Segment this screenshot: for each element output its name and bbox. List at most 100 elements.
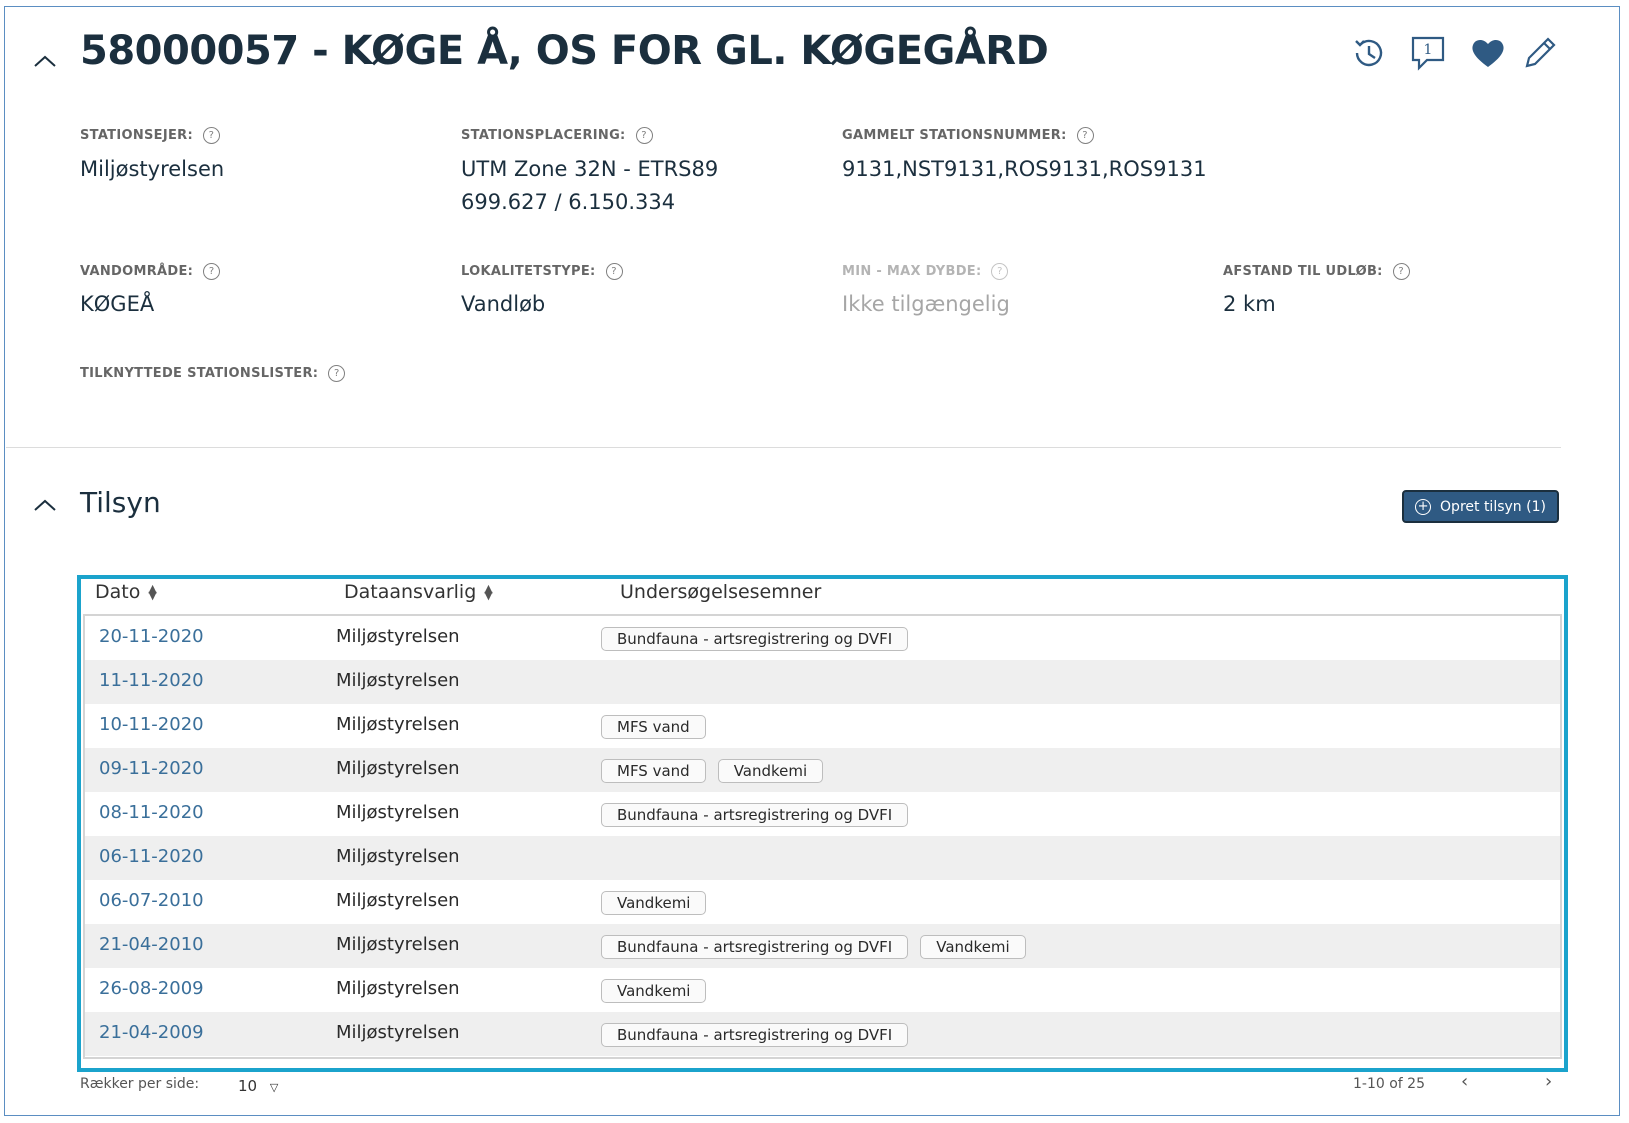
old-station-number-value: 9131,NST9131,ROS9131,ROS9131: [842, 157, 1207, 181]
subject-tag: Vandkemi: [920, 935, 1026, 959]
subject-tags: Bundfauna - artsregistrering og DVFI: [601, 627, 909, 651]
edit-icon[interactable]: [1521, 34, 1559, 76]
subject-tags: Bundfauna - artsregistrering og DVFI Vand…: [601, 935, 1026, 959]
station-placement-label: STATIONSPLACERING:?: [461, 127, 653, 144]
comment-badge: 1: [1424, 42, 1433, 58]
station-owner-label: STATIONSEJER:?: [80, 127, 220, 144]
table-row[interactable]: 10-11-2020 Miljøstyrelsen MFS vand: [85, 704, 1560, 748]
heart-icon[interactable]: [1469, 34, 1507, 76]
data-owner-cell: Miljøstyrelsen: [336, 1022, 460, 1043]
subject-tag: Vandkemi: [717, 759, 824, 783]
create-inspection-label: Opret tilsyn (1): [1440, 498, 1546, 515]
distance-to-outlet-label: AFSTAND TIL UDLØB:?: [1223, 263, 1410, 280]
table-row[interactable]: 06-07-2010 Miljøstyrelsen Vandkemi: [85, 880, 1560, 924]
table-row[interactable]: 20-11-2020 Miljøstyrelsen Bundfauna - arts…: [85, 616, 1560, 660]
subject-tag: Bundfauna - artsregistrering og DVFI: [601, 803, 909, 827]
dropdown-chevron-icon: ▽: [269, 1081, 279, 1094]
help-icon[interactable]: ?: [635, 127, 653, 144]
subject-tag: Bundfauna - artsregistrering og DVFI: [601, 935, 909, 959]
inspection-date-link[interactable]: 20-11-2020: [99, 626, 204, 647]
data-owner-cell: Miljøstyrelsen: [336, 978, 460, 999]
station-lists-label: TILKNYTTEDE STATIONSLISTER:?: [80, 365, 346, 382]
data-owner-cell: Miljøstyrelsen: [336, 670, 460, 691]
rows-per-page-select[interactable]: 10 ▽: [238, 1077, 278, 1095]
data-owner-cell: Miljøstyrelsen: [336, 714, 460, 735]
column-header-subjects: Undersøgelsesemner: [620, 581, 822, 603]
station-placement-value: UTM Zone 32N - ETRS89 699.627 / 6.150.33…: [461, 153, 718, 219]
subject-tags: Bundfauna - artsregistrering og DVFI: [601, 803, 909, 827]
subject-tag: Vandkemi: [601, 891, 707, 915]
locality-type-value: Vandløb: [461, 292, 546, 316]
inspection-date-link[interactable]: 26-08-2009: [99, 978, 204, 999]
subject-tag: MFS vand: [601, 715, 706, 739]
history-icon[interactable]: [1350, 34, 1388, 76]
depth-value: Ikke tilgængelig: [842, 292, 1010, 316]
table-row[interactable]: 06-11-2020 Miljøstyrelsen: [85, 836, 1560, 880]
data-owner-cell: Miljøstyrelsen: [336, 934, 460, 955]
subject-tag: Vandkemi: [601, 979, 707, 1003]
table-row[interactable]: 09-11-2020 Miljøstyrelsen MFS vand Vandkemi: [85, 748, 1560, 792]
help-icon[interactable]: ?: [1076, 127, 1094, 144]
data-owner-cell: Miljøstyrelsen: [336, 802, 460, 823]
table-body: 20-11-2020 Miljøstyrelsen Bundfauna - arts…: [83, 614, 1562, 1059]
data-owner-cell: Miljøstyrelsen: [336, 626, 460, 647]
tilsyn-section-title: Tilsyn: [80, 486, 161, 519]
locality-type-label: LOKALITETSTYPE:?: [461, 263, 623, 280]
page-title: 58000057 - KØGE Å, OS FOR GL. KØGEGÅRD: [80, 28, 1049, 74]
data-owner-cell: Miljøstyrelsen: [336, 846, 460, 867]
depth-label: MIN - MAX DYBDE:?: [842, 263, 1009, 280]
help-icon[interactable]: ?: [328, 365, 346, 382]
table-row[interactable]: 21-04-2009 Miljøstyrelsen Bundfauna - arts…: [85, 1012, 1560, 1056]
pagination-range: 1-10 of 25: [1353, 1076, 1425, 1092]
inspections-table: Dato ▲ ▼ Dataansvarlig ▲ ▼ Undersøgelsesem…: [77, 575, 1568, 1072]
next-page-icon[interactable]: ›: [1545, 1071, 1552, 1092]
station-owner-value: Miljøstyrelsen: [80, 157, 225, 181]
table-row[interactable]: 11-11-2020 Miljøstyrelsen: [85, 660, 1560, 704]
distance-to-outlet-value: 2 km: [1223, 292, 1276, 316]
subject-tags: Vandkemi: [601, 891, 707, 915]
collapse-chevron-icon[interactable]: [31, 496, 59, 516]
data-owner-cell: Miljøstyrelsen: [336, 758, 460, 779]
help-icon[interactable]: ?: [1392, 263, 1410, 280]
water-area-value: KØGEÅ: [80, 292, 155, 316]
previous-page-icon[interactable]: ‹: [1461, 1071, 1468, 1092]
inspection-date-link[interactable]: 08-11-2020: [99, 802, 204, 823]
old-station-number-label: GAMMELT STATIONSNUMMER:?: [842, 127, 1094, 144]
data-owner-cell: Miljøstyrelsen: [336, 890, 460, 911]
subject-tags: Bundfauna - artsregistrering og DVFI: [601, 1023, 909, 1047]
help-icon[interactable]: ?: [202, 127, 220, 144]
inspection-date-link[interactable]: 09-11-2020: [99, 758, 204, 779]
help-icon[interactable]: ?: [991, 263, 1009, 280]
inspection-date-link[interactable]: 06-11-2020: [99, 846, 204, 867]
table-row[interactable]: 21-04-2010 Miljøstyrelsen Bundfauna - arts…: [85, 924, 1560, 968]
table-header: Dato ▲ ▼ Dataansvarlig ▲ ▼ Undersøgelsesem…: [81, 579, 1564, 615]
subject-tag: MFS vand: [601, 759, 706, 783]
inspection-date-link[interactable]: 06-07-2010: [99, 890, 204, 911]
sort-icon[interactable]: ▲ ▼: [148, 583, 156, 601]
subject-tags: Vandkemi: [601, 979, 707, 1003]
sort-icon[interactable]: ▲ ▼: [484, 583, 492, 601]
table-row[interactable]: 26-08-2009 Miljøstyrelsen Vandkemi: [85, 968, 1560, 1012]
subject-tag: Bundfauna - artsregistrering og DVFI: [601, 1023, 909, 1047]
inspection-date-link[interactable]: 21-04-2009: [99, 1022, 204, 1043]
table-row[interactable]: 08-11-2020 Miljøstyrelsen Bundfauna - arts…: [85, 792, 1560, 836]
placement-line-1: UTM Zone 32N - ETRS89: [461, 157, 719, 181]
help-icon[interactable]: ?: [605, 263, 623, 280]
comment-icon[interactable]: 1: [1409, 34, 1447, 76]
water-area-label: VANDOMRÅDE:?: [80, 263, 221, 280]
create-inspection-button[interactable]: + Opret tilsyn (1): [1402, 490, 1559, 523]
inspection-date-link[interactable]: 21-04-2010: [99, 934, 204, 955]
inspection-date-link[interactable]: 10-11-2020: [99, 714, 204, 735]
plus-circle-icon: +: [1415, 498, 1432, 515]
rows-per-page-label: Rækker per side:: [80, 1076, 200, 1092]
column-header-owner[interactable]: Dataansvarlig ▲ ▼: [344, 581, 493, 603]
help-icon[interactable]: ?: [203, 263, 221, 280]
placement-line-2: 699.627 / 6.150.334: [461, 190, 676, 214]
inspection-date-link[interactable]: 11-11-2020: [99, 670, 204, 691]
subject-tag: Bundfauna - artsregistrering og DVFI: [601, 627, 909, 651]
section-divider: [6, 447, 1561, 448]
column-header-date[interactable]: Dato ▲ ▼: [95, 581, 157, 603]
subject-tags: MFS vand: [601, 715, 706, 739]
subject-tags: MFS vand Vandkemi: [601, 759, 824, 783]
collapse-chevron-icon[interactable]: [31, 52, 59, 72]
